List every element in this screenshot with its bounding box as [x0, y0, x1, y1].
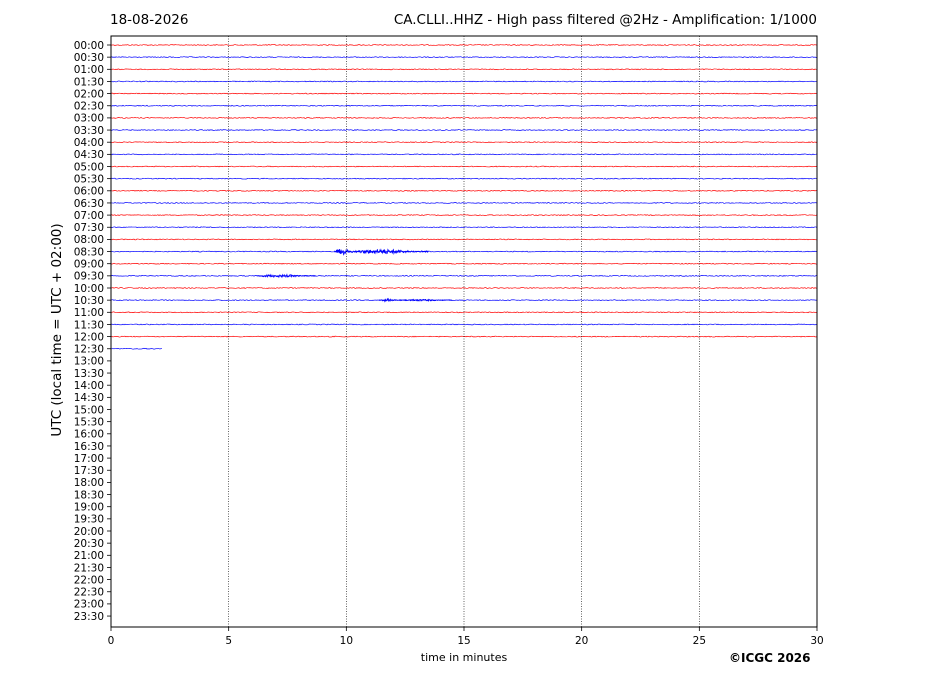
y-tick-label-01:30: 01:30 — [74, 76, 104, 88]
y-tick-label-14:30: 14:30 — [74, 392, 104, 404]
y-tick-label-04:30: 04:30 — [74, 149, 104, 161]
y-tick-label-12:30: 12:30 — [74, 344, 104, 356]
y-tick-label-07:30: 07:30 — [74, 222, 104, 234]
trace-03:00 — [110, 117, 818, 119]
y-tick-label-09:30: 09:30 — [74, 271, 104, 283]
y-tick-label-03:00: 03:00 — [74, 113, 104, 125]
x-tick-label-20: 20 — [575, 635, 588, 647]
y-tick-label-16:00: 16:00 — [74, 429, 104, 441]
trace-00:00 — [110, 44, 818, 46]
y-tick-label-10:00: 10:00 — [74, 283, 104, 295]
y-tick-label-07:00: 07:00 — [74, 210, 104, 222]
y-tick-label-08:30: 08:30 — [74, 246, 104, 258]
y-tick-label-21:30: 21:30 — [74, 562, 104, 574]
y-tick-label-21:00: 21:00 — [74, 550, 104, 562]
y-tick-label-17:30: 17:30 — [74, 465, 104, 477]
y-tick-label-03:30: 03:30 — [74, 125, 104, 137]
y-tick-label-22:00: 22:00 — [74, 574, 104, 586]
x-tick-label-25: 25 — [693, 635, 706, 647]
y-tick-label-05:00: 05:00 — [74, 161, 104, 173]
seismogram-page: 18-08-2026 CA.CLLI..HHZ - High pass filt… — [0, 0, 927, 696]
y-tick-label-19:00: 19:00 — [74, 502, 104, 514]
y-tick-label-04:00: 04:00 — [74, 137, 104, 149]
y-tick-label-10:30: 10:30 — [74, 295, 104, 307]
y-tick-label-20:00: 20:00 — [74, 526, 104, 538]
x-tick-label-0: 0 — [108, 635, 115, 647]
y-tick-label-11:30: 11:30 — [74, 319, 104, 331]
trace-07:00 — [110, 214, 818, 217]
y-tick-label-06:30: 06:30 — [74, 198, 104, 210]
y-tick-label-22:30: 22:30 — [74, 587, 104, 599]
x-tick-label-10: 10 — [340, 635, 353, 647]
event-burst-10:30-3 — [378, 297, 401, 303]
x-tick-label-5: 5 — [225, 635, 232, 647]
y-tick-label-18:30: 18:30 — [74, 489, 104, 501]
y-tick-label-11:00: 11:00 — [74, 307, 104, 319]
x-tick-label-15: 15 — [457, 635, 470, 647]
event-burst-09:30-2 — [256, 273, 316, 279]
y-tick-label-05:30: 05:30 — [74, 173, 104, 185]
trace-12:30 — [110, 347, 163, 350]
y-tick-label-17:00: 17:00 — [74, 453, 104, 465]
y-tick-label-00:00: 00:00 — [74, 40, 104, 52]
x-tick-label-30: 30 — [810, 635, 823, 647]
y-tick-label-14:00: 14:00 — [74, 380, 104, 392]
y-tick-label-01:00: 01:00 — [74, 64, 104, 76]
y-tick-label-23:30: 23:30 — [74, 611, 104, 623]
trace-10:30 — [110, 299, 818, 302]
y-tick-label-08:00: 08:00 — [74, 234, 104, 246]
event-burst-08:30-1 — [353, 248, 429, 256]
y-tick-label-02:30: 02:30 — [74, 101, 104, 113]
y-tick-label-13:30: 13:30 — [74, 368, 104, 380]
y-tick-label-15:00: 15:00 — [74, 404, 104, 416]
y-tick-label-09:00: 09:00 — [74, 259, 104, 271]
y-tick-label-23:00: 23:00 — [74, 599, 104, 611]
trace-10:00 — [110, 287, 818, 289]
y-tick-label-00:30: 00:30 — [74, 52, 104, 64]
y-tick-label-06:00: 06:00 — [74, 186, 104, 198]
y-tick-label-18:00: 18:00 — [74, 477, 104, 489]
y-tick-label-13:00: 13:00 — [74, 356, 104, 368]
y-tick-label-12:00: 12:00 — [74, 331, 104, 343]
y-tick-label-02:00: 02:00 — [74, 88, 104, 100]
trace-03:30 — [110, 129, 818, 131]
y-tick-label-20:30: 20:30 — [74, 538, 104, 550]
seismogram-chart: 00:0000:3001:0001:3002:0002:3003:0003:30… — [74, 35, 824, 647]
y-tick-label-16:30: 16:30 — [74, 441, 104, 453]
trace-06:30 — [110, 202, 818, 204]
y-tick-label-19:30: 19:30 — [74, 514, 104, 526]
y-tick-label-15:30: 15:30 — [74, 416, 104, 428]
